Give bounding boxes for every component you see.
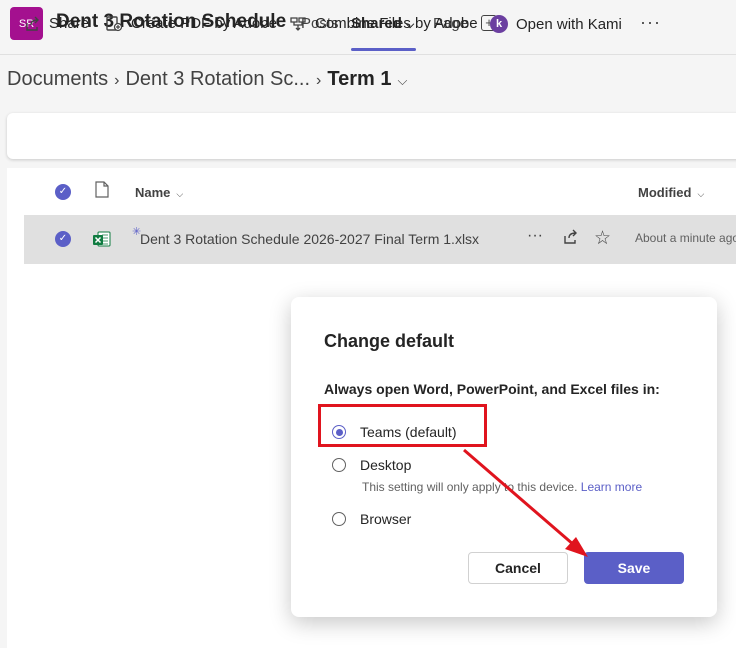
file-name-link[interactable]: Dent 3 Rotation Schedule 2026-2027 Final… <box>140 231 479 247</box>
favorite-star-icon[interactable]: ☆ <box>594 227 611 250</box>
row-share-icon[interactable] <box>562 229 579 250</box>
dialog-subtitle: Always open Word, PowerPoint, and Excel … <box>324 381 660 397</box>
chevron-right-icon: › <box>114 72 120 89</box>
desktop-hint: This setting will only apply to this dev… <box>362 480 642 494</box>
chevron-right-icon: › <box>316 72 322 89</box>
open-with-kami-button[interactable]: k Open with Kami <box>490 15 622 33</box>
breadcrumb: Documents › Dent 3 Rotation Sc... › Term 1 ⌵ <box>7 68 407 91</box>
option-teams-label: Teams (default) <box>360 424 457 440</box>
combine-files-button[interactable]: Combine Files by Adobe <box>289 15 478 32</box>
create-pdf-button[interactable]: Create PDF by Adobe <box>105 15 277 32</box>
chevron-down-icon: ⌵ <box>697 189 705 199</box>
column-header-name-label: Name <box>135 185 171 200</box>
radio-browser[interactable] <box>332 512 346 526</box>
dialog-title: Change default <box>324 331 455 351</box>
kami-icon: k <box>490 15 508 33</box>
desktop-hint-text: This setting will only apply to this dev… <box>362 480 578 494</box>
combine-files-label: Combine Files by Adobe <box>315 15 478 32</box>
breadcrumb-documents[interactable]: Documents <box>7 68 108 90</box>
share-label: Share <box>49 15 90 32</box>
option-browser[interactable]: Browser <box>332 511 411 527</box>
breadcrumb-current[interactable]: Term 1 <box>327 68 391 90</box>
active-tab-indicator <box>351 48 416 51</box>
combine-files-icon <box>290 17 306 31</box>
select-all-checkbox[interactable]: ✓ <box>55 184 71 200</box>
radio-teams[interactable] <box>332 425 346 439</box>
share-icon <box>26 16 39 31</box>
column-header-name[interactable]: Name ⌵ <box>135 185 183 200</box>
option-teams[interactable]: Teams (default) <box>332 424 456 440</box>
learn-more-link[interactable]: Learn more <box>581 480 642 494</box>
row-checkbox[interactable]: ✓ <box>55 231 71 247</box>
column-header-modified[interactable]: Modified ⌵ <box>638 185 704 200</box>
option-desktop[interactable]: Desktop <box>332 457 411 473</box>
file-type-icon <box>95 181 109 203</box>
create-pdf-label: Create PDF by Adobe <box>131 15 277 32</box>
column-header-modified-label: Modified <box>638 185 692 200</box>
chevron-down-icon: ⌵ <box>176 189 184 199</box>
row-modified: About a minute ago <box>635 231 736 245</box>
share-button[interactable]: Share <box>24 15 89 32</box>
chevron-down-icon[interactable]: ⌵ <box>397 73 407 88</box>
option-desktop-label: Desktop <box>360 457 412 473</box>
create-pdf-icon <box>106 16 123 32</box>
open-with-kami-label: Open with Kami <box>516 15 622 33</box>
breadcrumb-folder[interactable]: Dent 3 Rotation Sc... <box>125 68 310 90</box>
option-browser-label: Browser <box>360 511 412 527</box>
radio-desktop[interactable] <box>332 458 346 472</box>
command-bar <box>7 113 736 159</box>
row-more-options-icon[interactable]: ··· <box>527 227 543 245</box>
save-button[interactable]: Save <box>584 552 684 584</box>
excel-file-icon <box>92 230 112 253</box>
cancel-button[interactable]: Cancel <box>468 552 568 584</box>
more-options-icon[interactable]: ··· <box>640 12 661 33</box>
